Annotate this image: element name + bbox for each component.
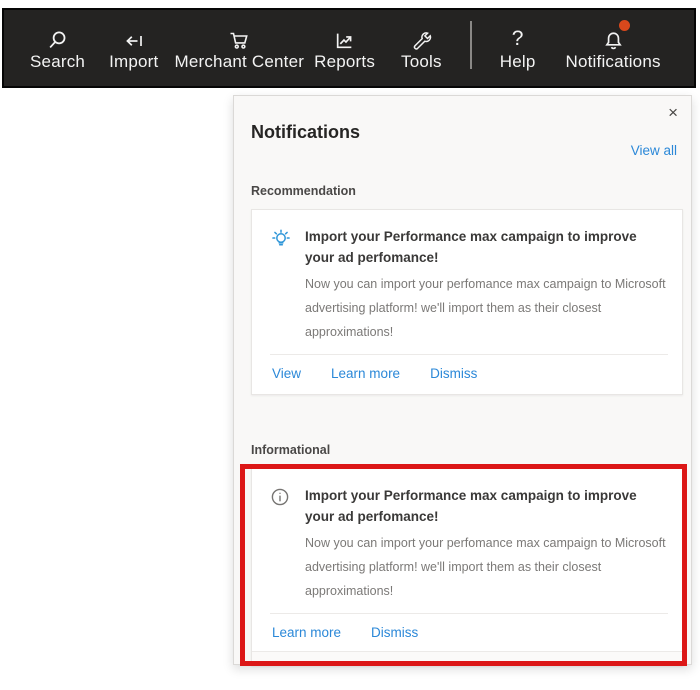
learn-more-link[interactable]: Learn more bbox=[331, 366, 400, 381]
notification-badge bbox=[619, 20, 630, 31]
top-navbar: Search Import Merchant Center bbox=[2, 8, 696, 88]
nav-label-reports: Reports bbox=[314, 52, 375, 72]
notifications-panel: × Notifications View all Recommendation … bbox=[233, 95, 692, 665]
informational-card: Import your Performance max campaign to … bbox=[251, 468, 683, 666]
nav-item-merchant-center[interactable]: Merchant Center bbox=[174, 25, 304, 72]
nav-label-import: Import bbox=[109, 52, 158, 72]
nav-label-notifications: Notifications bbox=[565, 52, 660, 72]
reports-icon bbox=[334, 25, 355, 51]
nav-label-merchant-center: Merchant Center bbox=[174, 52, 304, 72]
learn-more-link[interactable]: Learn more bbox=[272, 625, 341, 640]
nav-item-reports[interactable]: Reports bbox=[314, 25, 375, 72]
import-icon bbox=[123, 25, 145, 51]
nav-label-search: Search bbox=[30, 52, 85, 72]
close-icon[interactable]: × bbox=[668, 104, 678, 121]
notification-title: Import your Performance max campaign to … bbox=[305, 226, 668, 268]
nav-label-tools: Tools bbox=[401, 52, 442, 72]
view-all-link[interactable]: View all bbox=[631, 143, 677, 158]
card-footer-strip bbox=[252, 651, 682, 661]
recommendation-card: Import your Performance max campaign to … bbox=[251, 209, 683, 395]
nav-item-help[interactable]: ? Help bbox=[500, 25, 536, 72]
notification-body: Now you can import your perfomance max c… bbox=[305, 272, 668, 344]
nav-label-help: Help bbox=[500, 52, 536, 72]
search-icon bbox=[47, 25, 68, 51]
nav-item-search[interactable]: Search bbox=[30, 25, 85, 72]
section-header-recommendation: Recommendation bbox=[234, 184, 691, 199]
notification-body: Now you can import your perfomance max c… bbox=[305, 531, 668, 603]
lightbulb-icon bbox=[270, 226, 292, 344]
help-icon: ? bbox=[512, 25, 524, 51]
info-icon bbox=[270, 485, 292, 603]
nav-item-notifications[interactable]: Notifications bbox=[565, 25, 660, 72]
dismiss-link[interactable]: Dismiss bbox=[371, 625, 418, 640]
nav-item-import[interactable]: Import bbox=[109, 25, 158, 72]
bell-icon bbox=[603, 25, 624, 51]
card-actions: View Learn more Dismiss bbox=[270, 355, 668, 390]
panel-title: Notifications bbox=[234, 96, 691, 144]
navbar-divider bbox=[470, 21, 472, 69]
section-header-informational: Informational bbox=[234, 443, 691, 458]
cart-icon bbox=[228, 25, 250, 51]
view-link[interactable]: View bbox=[272, 366, 301, 381]
card-actions: Learn more Dismiss bbox=[270, 614, 668, 649]
dismiss-link[interactable]: Dismiss bbox=[430, 366, 477, 381]
tools-icon bbox=[411, 25, 432, 51]
notification-title: Import your Performance max campaign to … bbox=[305, 485, 668, 527]
nav-item-tools[interactable]: Tools bbox=[401, 25, 442, 72]
